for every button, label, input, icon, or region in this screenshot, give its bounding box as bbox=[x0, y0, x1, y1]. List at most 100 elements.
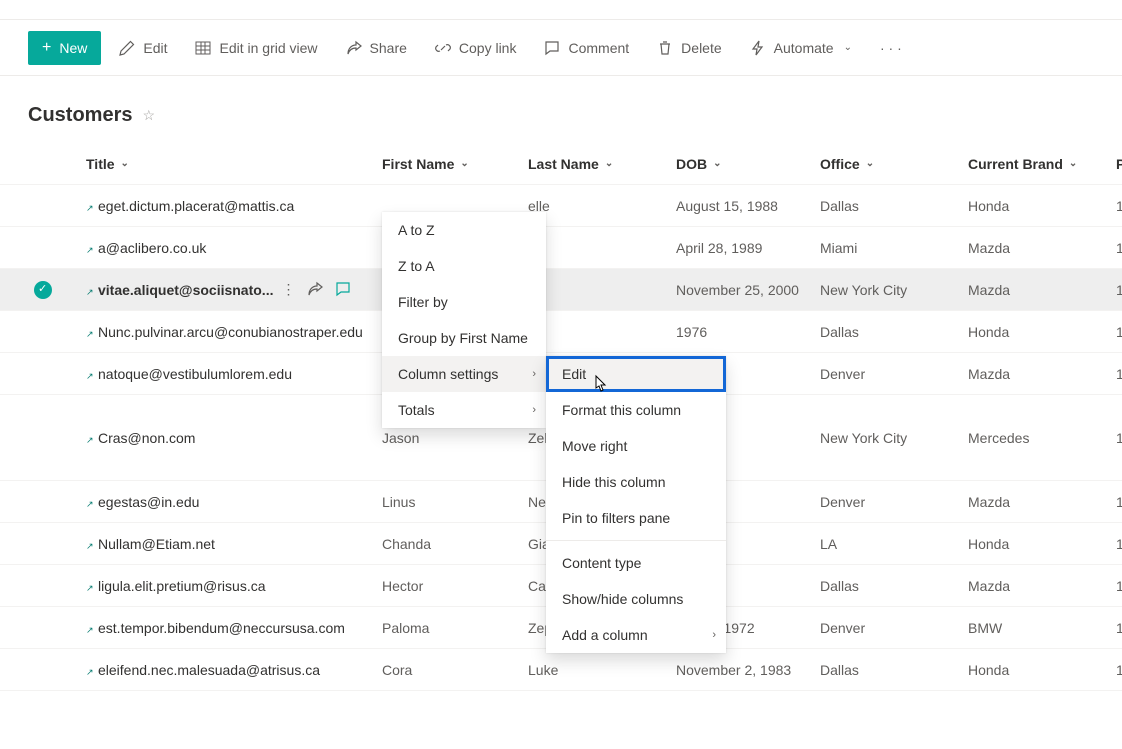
new-button[interactable]: + New bbox=[28, 31, 101, 65]
row-select[interactable] bbox=[0, 429, 86, 447]
link-icon bbox=[435, 40, 451, 56]
checkmark-icon bbox=[34, 429, 52, 447]
submenu-show-hide[interactable]: Show/hide columns bbox=[546, 581, 726, 617]
link-out-icon bbox=[86, 202, 94, 210]
table-row[interactable]: Nunc.pulvinar.arcu@conubianostraper.edu 1… bbox=[0, 311, 1122, 353]
table-row[interactable]: eleifend.nec.malesuada@atrisus.caCoraLuk… bbox=[0, 649, 1122, 691]
submenu-move-right[interactable]: Move right bbox=[546, 428, 726, 464]
table-row[interactable]: vitae.aliquet@sociisnato...⋮ithNovember … bbox=[0, 269, 1122, 311]
table-row[interactable]: a@aclibero.co.ukithApril 28, 1989MiamiMa… bbox=[0, 227, 1122, 269]
cell-title[interactable]: eleifend.nec.malesuada@atrisus.ca bbox=[86, 662, 382, 678]
cell-title[interactable]: ligula.elit.pretium@risus.ca bbox=[86, 578, 382, 594]
submenu-add-column[interactable]: Add a column › bbox=[546, 617, 726, 653]
row-select[interactable] bbox=[0, 365, 86, 383]
checkmark-icon bbox=[34, 493, 52, 511]
edit-grid-command[interactable]: Edit in grid view bbox=[185, 31, 327, 65]
submenu-edit[interactable]: Edit bbox=[546, 356, 726, 392]
share-command[interactable]: Share bbox=[336, 31, 417, 65]
chevron-down-icon: ⌄ bbox=[844, 42, 852, 53]
submenu-showhide-label: Show/hide columns bbox=[562, 591, 683, 607]
copy-link-command[interactable]: Copy link bbox=[425, 31, 527, 65]
cell-p: 1 bbox=[1116, 324, 1122, 340]
column-header-p[interactable]: P bbox=[1116, 156, 1122, 172]
favorite-star-icon[interactable]: ☆ bbox=[142, 107, 155, 124]
title-text: vitae.aliquet@sociisnato... bbox=[98, 282, 273, 298]
cell-office: Denver bbox=[820, 620, 968, 636]
row-comment-icon[interactable] bbox=[335, 281, 351, 297]
row-select[interactable] bbox=[0, 493, 86, 511]
menu-divider bbox=[546, 540, 726, 541]
cell-office: New York City bbox=[820, 282, 968, 298]
cell-p: 1 bbox=[1116, 620, 1122, 636]
chevron-right-icon: › bbox=[712, 629, 716, 641]
checkmark-icon bbox=[34, 197, 52, 215]
menu-z-a-label: Z to A bbox=[398, 258, 435, 274]
cell-title[interactable]: Nullam@Etiam.net bbox=[86, 536, 382, 552]
share-label: Share bbox=[370, 40, 407, 56]
link-out-icon bbox=[86, 286, 94, 294]
column-header-current-brand[interactable]: Current Brand ⌄ bbox=[968, 156, 1116, 172]
column-header-dob[interactable]: DOB ⌄ bbox=[676, 156, 820, 172]
row-select[interactable] bbox=[0, 281, 86, 299]
delete-command[interactable]: Delete bbox=[647, 31, 731, 65]
cell-last-name: ith bbox=[528, 282, 676, 298]
cell-brand: Honda bbox=[968, 536, 1116, 552]
submenu-hide[interactable]: Hide this column bbox=[546, 464, 726, 500]
menu-filter-by[interactable]: Filter by bbox=[382, 284, 546, 320]
submenu-format-label: Format this column bbox=[562, 402, 681, 418]
row-select[interactable] bbox=[0, 239, 86, 257]
column-settings-submenu: Edit Format this column Move right Hide … bbox=[546, 356, 726, 653]
chevron-down-icon: ⌄ bbox=[713, 158, 721, 169]
edit-command[interactable]: Edit bbox=[109, 31, 177, 65]
comment-command[interactable]: Comment bbox=[534, 31, 639, 65]
row-select[interactable] bbox=[0, 535, 86, 553]
column-header-last-name[interactable]: Last Name ⌄ bbox=[528, 156, 676, 172]
menu-totals[interactable]: Totals› bbox=[382, 392, 546, 428]
list-title: Customers bbox=[28, 104, 132, 127]
cell-title[interactable]: Cras@non.com bbox=[86, 430, 382, 446]
more-commands[interactable]: · · · bbox=[870, 40, 912, 56]
submenu-content-type[interactable]: Content type bbox=[546, 545, 726, 581]
link-out-icon bbox=[86, 370, 94, 378]
cell-dob: 1976 bbox=[676, 324, 820, 340]
automate-command[interactable]: Automate ⌄ bbox=[740, 31, 862, 65]
cell-title[interactable]: est.tempor.bibendum@neccursusa.com bbox=[86, 620, 382, 636]
column-header-title[interactable]: Title ⌄ bbox=[86, 156, 382, 172]
menu-column-settings[interactable]: Column settings› bbox=[382, 356, 546, 392]
comment-label: Comment bbox=[568, 40, 629, 56]
cell-office: Dallas bbox=[820, 198, 968, 214]
row-select[interactable] bbox=[0, 577, 86, 595]
list-title-area: Customers ☆ bbox=[0, 76, 1122, 143]
column-title-label: Title bbox=[86, 156, 115, 172]
cell-title[interactable]: eget.dictum.placerat@mattis.ca bbox=[86, 198, 382, 214]
cell-title[interactable]: vitae.aliquet@sociisnato... ⋮ bbox=[86, 281, 382, 298]
title-text: natoque@vestibulumlorem.edu bbox=[98, 366, 292, 382]
row-share-icon[interactable] bbox=[307, 281, 323, 297]
cell-office: Denver bbox=[820, 494, 968, 510]
row-more-icon[interactable]: ⋮ bbox=[281, 281, 295, 298]
menu-group-by[interactable]: Group by First Name bbox=[382, 320, 546, 356]
cell-title[interactable]: egestas@in.edu bbox=[86, 494, 382, 510]
column-first-name-label: First Name bbox=[382, 156, 454, 172]
submenu-pin[interactable]: Pin to filters pane bbox=[546, 500, 726, 536]
cell-title[interactable]: Nunc.pulvinar.arcu@conubianostraper.edu bbox=[86, 324, 382, 340]
cell-title[interactable]: natoque@vestibulumlorem.edu bbox=[86, 366, 382, 382]
automate-label: Automate bbox=[774, 40, 834, 56]
menu-settings-label: Column settings bbox=[398, 366, 498, 382]
submenu-add-label: Add a column bbox=[562, 627, 648, 643]
row-select[interactable] bbox=[0, 197, 86, 215]
cell-p: 1 bbox=[1116, 662, 1122, 678]
menu-sort-z-a[interactable]: Z to A bbox=[382, 248, 546, 284]
column-header-office[interactable]: Office ⌄ bbox=[820, 156, 968, 172]
row-select[interactable] bbox=[0, 619, 86, 637]
edit-label: Edit bbox=[143, 40, 167, 56]
row-select[interactable] bbox=[0, 661, 86, 679]
cell-title[interactable]: a@aclibero.co.uk bbox=[86, 240, 382, 256]
row-select[interactable] bbox=[0, 323, 86, 341]
submenu-format[interactable]: Format this column bbox=[546, 392, 726, 428]
table-row[interactable]: eget.dictum.placerat@mattis.caelleAugust… bbox=[0, 185, 1122, 227]
link-out-icon bbox=[86, 434, 94, 442]
cell-p: 1 bbox=[1116, 282, 1122, 298]
column-header-first-name[interactable]: First Name ⌄ bbox=[382, 156, 528, 172]
menu-sort-a-z[interactable]: A to Z bbox=[382, 212, 546, 248]
